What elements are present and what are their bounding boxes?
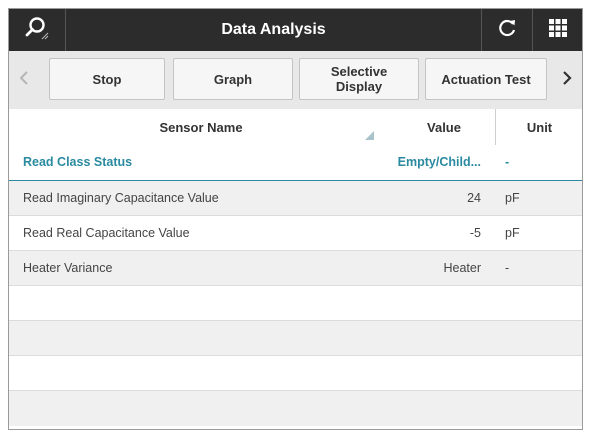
sensor-name-cell — [23, 391, 383, 425]
table-row-empty — [9, 356, 582, 391]
title-bar: Data Analysis — [9, 9, 582, 51]
value-cell: Heater — [443, 261, 481, 275]
stop-button[interactable]: Stop — [49, 58, 165, 100]
refresh-icon — [496, 17, 518, 44]
column-header-unit[interactable]: Unit — [495, 109, 582, 145]
sensor-name-cell — [23, 321, 383, 355]
sensor-name-cell: Heater Variance — [23, 261, 113, 275]
chevron-left-icon — [18, 70, 30, 91]
table-row-empty — [9, 321, 582, 356]
chevron-right-icon — [561, 70, 573, 91]
toolbar: Stop Graph Selective Display Actuation T… — [9, 51, 582, 110]
sensor-name-cell — [23, 356, 383, 390]
menu-button[interactable] — [532, 9, 582, 51]
app-window: Data Analysis Stop Graph Selective Displ… — [8, 8, 583, 430]
table-row-empty — [9, 391, 582, 426]
column-header-sensor-name[interactable]: Sensor Name — [9, 109, 393, 145]
search-icon — [23, 14, 51, 47]
selective-display-button[interactable]: Selective Display — [299, 58, 419, 100]
table-row-empty — [9, 286, 582, 321]
table-row[interactable]: Read Imaginary Capacitance Value 24 pF — [9, 181, 582, 216]
column-header-value[interactable]: Value — [393, 109, 495, 145]
actuation-test-button[interactable]: Actuation Test — [425, 58, 547, 100]
table-row[interactable]: Read Real Capacitance Value -5 pF — [9, 216, 582, 251]
table-row[interactable]: Heater Variance Heater - — [9, 251, 582, 286]
value-cell: 24 — [467, 191, 481, 205]
unit-cell: pF — [505, 191, 520, 205]
unit-cell: pF — [505, 226, 520, 240]
table-row[interactable]: Read Class Status Empty/Child... - — [9, 145, 582, 181]
sensor-name-cell — [23, 286, 383, 320]
search-button[interactable] — [9, 9, 66, 51]
scroll-right-button[interactable] — [552, 51, 582, 109]
sensor-name-cell: Read Imaginary Capacitance Value — [23, 191, 219, 205]
column-resize-icon[interactable] — [365, 131, 374, 140]
value-cell: -5 — [469, 226, 481, 240]
sensor-name-cell: Read Real Capacitance Value — [23, 226, 190, 240]
sensor-name-cell: Read Class Status — [23, 155, 133, 169]
scroll-left-button[interactable] — [9, 51, 39, 109]
refresh-button[interactable] — [481, 9, 532, 51]
value-cell: Empty/Child... — [397, 155, 481, 169]
grid-menu-icon — [549, 18, 567, 42]
unit-cell: - — [505, 155, 510, 169]
unit-cell: - — [505, 261, 510, 275]
table-header: Sensor Name Value Unit — [9, 109, 582, 146]
page-title: Data Analysis — [221, 21, 326, 38]
graph-button[interactable]: Graph — [173, 58, 293, 100]
